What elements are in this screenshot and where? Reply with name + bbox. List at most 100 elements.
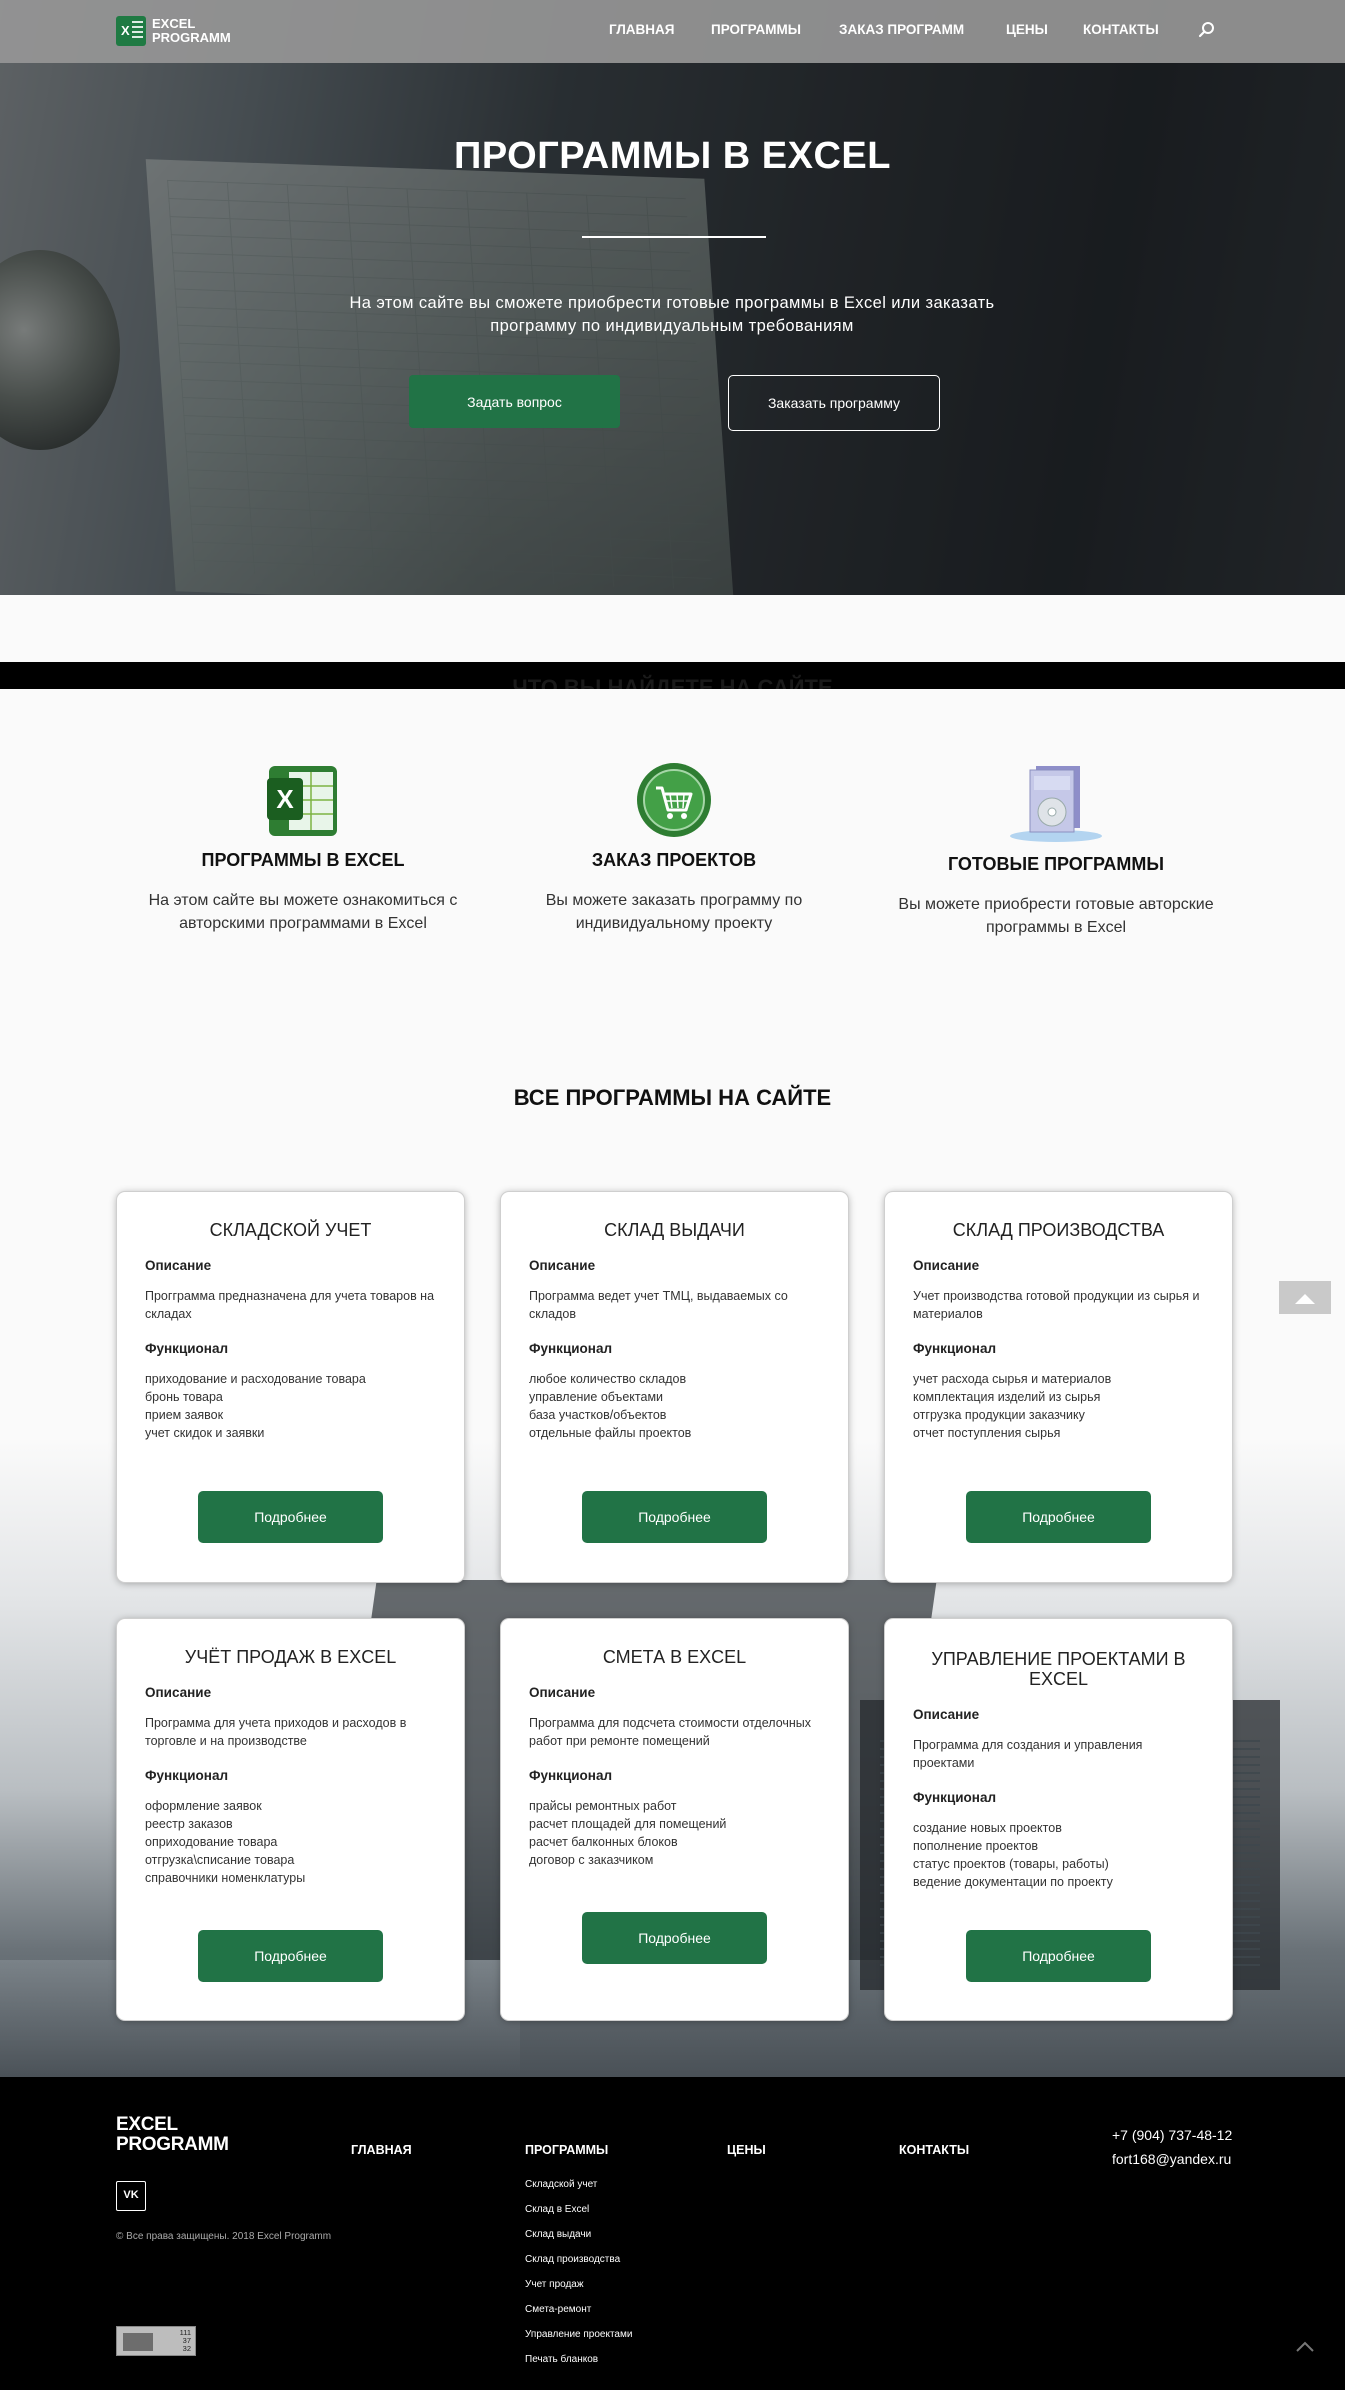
card-features-list: учет расхода сырья и материалов комплект… — [913, 1370, 1204, 1442]
hero-section: ПРОГРАММЫ В EXCEL На этом сайте вы сможе… — [0, 0, 1345, 595]
footer-program-link[interactable]: Учет продаж — [525, 2272, 632, 2297]
card-description-label: Описание — [913, 1258, 980, 1273]
scroll-to-top-button[interactable] — [1279, 1281, 1331, 1314]
card-description: Прогграмма предназначена для учета товар… — [145, 1289, 435, 1321]
card-title: УЧЁТ ПРОДАЖ В EXCEL — [184, 1647, 397, 1667]
details-button[interactable]: Подробнее — [198, 1491, 383, 1543]
logo-line-2: PROGRAMM — [152, 30, 231, 45]
section-band: ЧТО ВЫ НАЙДЕТЕ НА САЙТЕ — [0, 662, 1345, 689]
nav-item-order[interactable]: ЗАКАЗ ПРОГРАММ — [839, 22, 964, 37]
feature-text: Вы можете заказать программу по индивиду… — [545, 892, 803, 932]
feature-orders: ЗАКАЗ ПРОЕКТОВ Вы можете заказать програ… — [494, 760, 854, 935]
search-icon[interactable] — [1198, 21, 1216, 39]
list-item: учет скидок и заявки — [145, 1426, 265, 1440]
visitor-counter[interactable]: 111 37 32 — [116, 2326, 196, 2356]
order-program-button[interactable]: Заказать программу — [728, 375, 940, 431]
card-description: Учет производства готовой продукции из с… — [913, 1289, 1200, 1321]
list-item: комплектация изделий из сырья — [913, 1390, 1101, 1404]
details-button[interactable]: Подробнее — [966, 1930, 1151, 1982]
list-item: статус проектов (товары, работы) — [913, 1857, 1109, 1871]
list-item: отдельные файлы проектов — [529, 1426, 692, 1440]
card-description-label: Описание — [529, 1258, 596, 1273]
feature-programs: X ПРОГРАММЫ В EXCEL На этом сайте вы мож… — [123, 760, 483, 935]
card-description-label: Описание — [529, 1685, 596, 1700]
site-logo[interactable]: X EXCEL PROGRAMM — [116, 16, 231, 46]
card-description-label: Описание — [145, 1685, 212, 1700]
nav-item-programs[interactable]: ПРОГРАММЫ — [711, 22, 801, 37]
footer-program-link[interactable]: Склад выдачи — [525, 2222, 632, 2247]
footer-link-contacts[interactable]: КОНТАКТЫ — [899, 2143, 969, 2157]
list-item: оприходование товара — [145, 1835, 278, 1849]
card-features-label: Функционал — [913, 1790, 997, 1805]
list-item: ведение документации по проекту — [913, 1875, 1113, 1889]
card-features-list: создание новых проектов пополнение проек… — [913, 1819, 1204, 1891]
program-card: УПРАВЛЕНИЕ ПРОЕКТАМИ В EXCEL Описание Пр… — [885, 1619, 1232, 2020]
nav-item-home[interactable]: ГЛАВНАЯ — [609, 22, 675, 37]
list-item: пополнение проектов — [913, 1839, 1039, 1853]
card-title: СКЛАД ПРОИЗВОДСТВА — [952, 1220, 1165, 1240]
footer-program-link[interactable]: Склад в Excel — [525, 2197, 632, 2222]
top-navbar: X EXCEL PROGRAMM ГЛАВНАЯ ПРОГРАММЫ ЗАКАЗ… — [0, 0, 1345, 63]
card-features-list: прайсы ремонтных работ расчет площадей д… — [529, 1797, 820, 1869]
footer-phone[interactable]: +7 (904) 737-48-12 — [1112, 2127, 1232, 2143]
site-footer: EXCEL PROGRAMM VK © Все права защищены. … — [0, 2077, 1345, 2390]
hero-divider — [582, 236, 766, 238]
hero-title: ПРОГРАММЫ В EXCEL — [454, 135, 891, 177]
details-button[interactable]: Подробнее — [582, 1491, 767, 1543]
list-item: отгрузка\списание товара — [145, 1853, 295, 1867]
card-description-label: Описание — [145, 1258, 212, 1273]
list-item: отчет поступления сырья — [913, 1426, 1061, 1440]
list-item: прайсы ремонтных работ — [529, 1799, 677, 1813]
card-description-label: Описание — [913, 1707, 980, 1722]
list-item: оформление заявок — [145, 1799, 262, 1813]
program-card: СМЕТА В EXCEL Описание Программа для под… — [501, 1619, 848, 2020]
svg-text:X: X — [276, 784, 294, 814]
list-item: расчет балконных блоков — [529, 1835, 678, 1849]
logo-line-1: EXCEL — [152, 16, 196, 31]
feature-title: ЗАКАЗ ПРОЕКТОВ — [591, 850, 757, 870]
cart-icon — [637, 763, 711, 837]
footer-program-link[interactable]: Складской учет — [525, 2172, 632, 2197]
list-item: управление объектами — [529, 1390, 664, 1404]
program-card: СКЛАД ВЫДАЧИ Описание Программа ведет уч… — [501, 1192, 848, 1582]
footer-program-link[interactable]: Печать бланков — [525, 2347, 632, 2372]
ask-question-button[interactable]: Задать вопрос — [409, 375, 620, 428]
card-description: Программа для подсчета стоимости отделоч… — [529, 1716, 812, 1748]
footer-email[interactable]: fort168@yandex.ru — [1112, 2151, 1231, 2167]
scroll-top-chevron-icon[interactable] — [1296, 2341, 1314, 2353]
footer-program-link[interactable]: Управление проектами — [525, 2322, 632, 2347]
copyright: © Все права защищены. 2018 Excel Program… — [116, 2231, 332, 2242]
footer-program-link[interactable]: Смета-ремонт — [525, 2297, 632, 2322]
footer-link-prices[interactable]: ЦЕНЫ — [727, 2143, 766, 2157]
footer-link-home[interactable]: ГЛАВНАЯ — [351, 2143, 412, 2157]
list-item: бронь товара — [145, 1390, 223, 1404]
list-item: приходование и расходование товара — [145, 1372, 366, 1386]
program-card: УЧЁТ ПРОДАЖ В EXCEL Описание Программа д… — [117, 1619, 464, 2020]
footer-logo[interactable]: EXCEL PROGRAMM — [116, 2115, 229, 2155]
programs-section-title: ВСЕ ПРОГРАММЫ НА САЙТЕ — [513, 1085, 832, 1110]
card-description: Программа ведет учет ТМЦ, выдаваемых со … — [529, 1289, 788, 1321]
footer-link-programs[interactable]: ПРОГРАММЫ — [525, 2143, 608, 2157]
card-features-label: Функционал — [529, 1768, 613, 1783]
features-section-title: ЧТО ВЫ НАЙДЕТЕ НА САЙТЕ — [512, 675, 833, 689]
list-item: договор с заказчиком — [529, 1853, 654, 1867]
nav-item-prices[interactable]: ЦЕНЫ — [1006, 22, 1048, 37]
card-features-list: приходование и расходование товара бронь… — [145, 1370, 436, 1442]
details-button[interactable]: Подробнее — [966, 1491, 1151, 1543]
excel-icon: X — [267, 766, 337, 836]
vk-icon[interactable]: VK — [116, 2181, 146, 2211]
card-features-list: оформление заявок реестр заказов оприход… — [145, 1797, 436, 1887]
list-item: прием заявок — [145, 1408, 224, 1422]
list-item: любое количество складов — [529, 1372, 687, 1386]
footer-program-links: Складской учет Склад в Excel Склад выдач… — [525, 2172, 632, 2372]
nav-item-contacts[interactable]: КОНТАКТЫ — [1083, 22, 1159, 37]
details-button[interactable]: Подробнее — [582, 1912, 767, 1964]
list-item: реестр заказов — [145, 1817, 233, 1831]
list-item: расчет площадей для помещений — [529, 1817, 727, 1831]
card-description: Программа для учета приходов и расходов … — [145, 1716, 407, 1748]
footer-program-link[interactable]: Склад производства — [525, 2247, 632, 2272]
details-button[interactable]: Подробнее — [198, 1930, 383, 1982]
card-features-label: Функционал — [145, 1341, 229, 1356]
list-item: создание новых проектов — [913, 1821, 1062, 1835]
card-title: СКЛАД ВЫДАЧИ — [604, 1220, 745, 1240]
